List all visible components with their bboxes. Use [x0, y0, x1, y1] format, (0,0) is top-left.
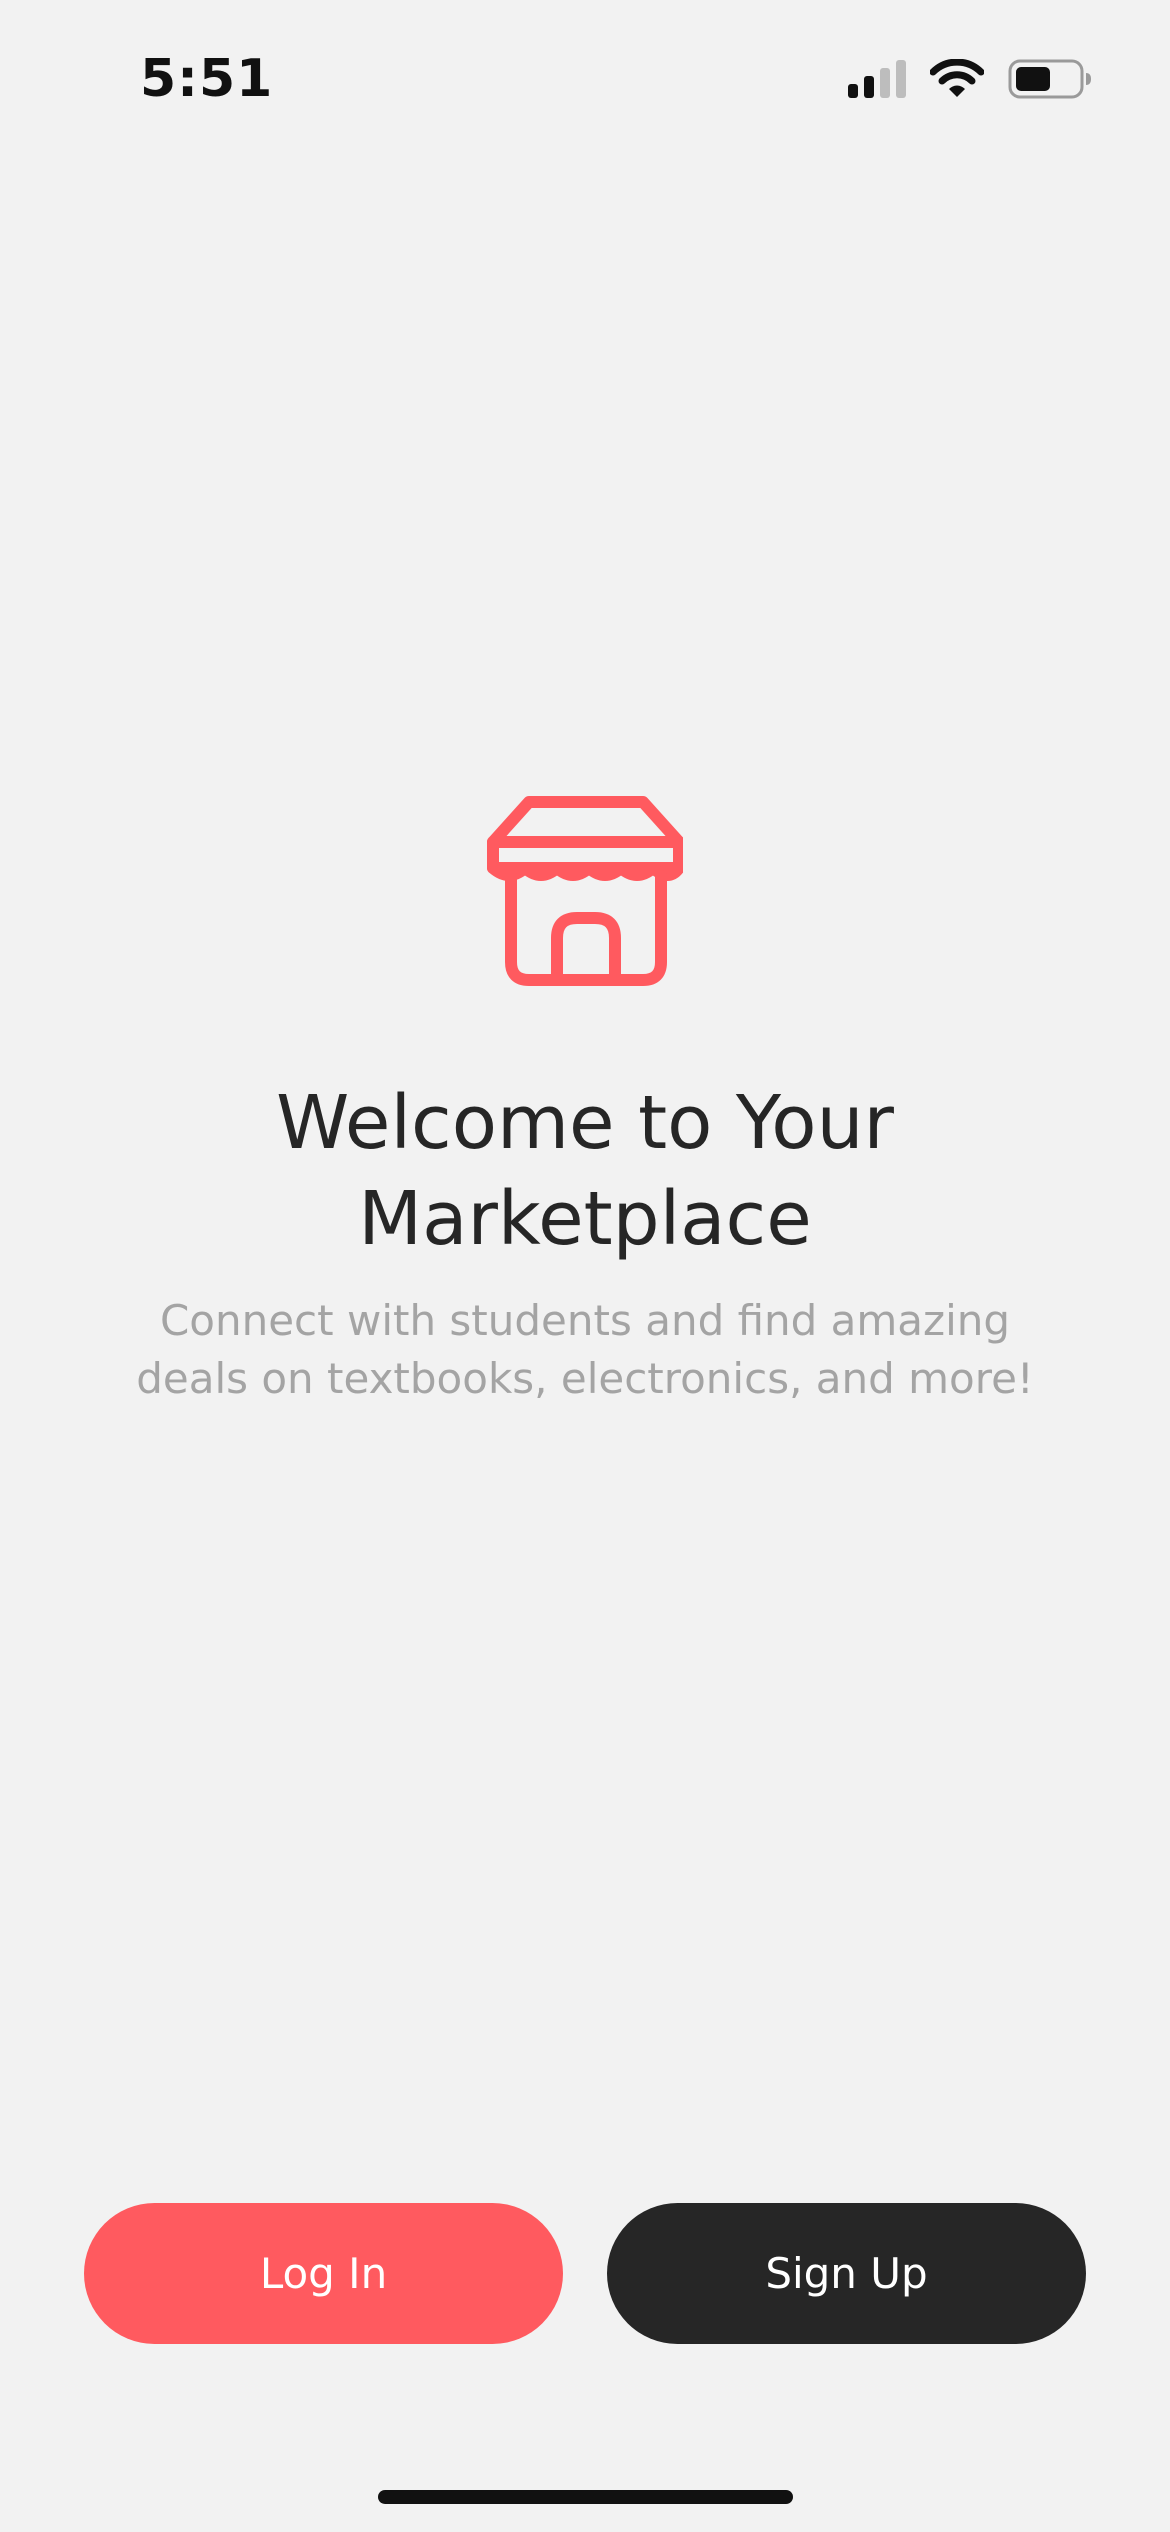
signup-button[interactable]: Sign Up — [607, 2203, 1086, 2344]
welcome-title: Welcome to Your Marketplace — [276, 1080, 894, 1262]
welcome-subtitle: Connect with students and find amazing d… — [136, 1296, 1034, 1403]
home-indicator[interactable] — [378, 2490, 793, 2504]
storefront-icon — [487, 790, 685, 986]
cellular-signal-icon — [848, 60, 906, 98]
battery-icon — [1008, 59, 1092, 99]
status-bar-icons — [848, 54, 1092, 104]
status-bar-time: 5:51 — [140, 49, 274, 109]
wifi-icon — [930, 59, 984, 99]
login-button[interactable]: Log In — [84, 2203, 563, 2344]
